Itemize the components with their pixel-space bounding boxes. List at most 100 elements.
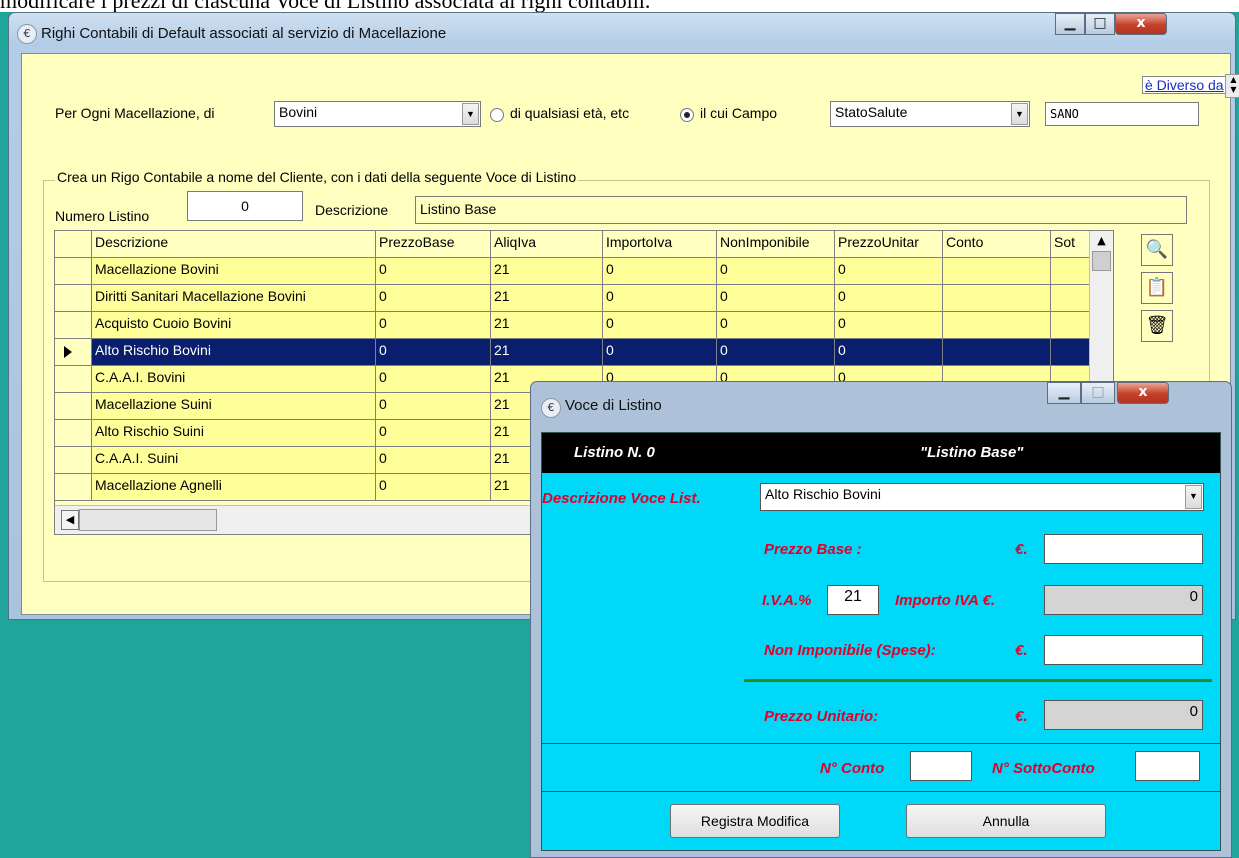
grid-cell[interactable]: 0 [603,285,717,312]
grid-cell[interactable]: Acquisto Cuoio Bovini [92,312,376,339]
chevron-down-icon[interactable]: ▼ [462,103,479,125]
grid-cell[interactable]: 0 [376,366,491,393]
scroll-thumb-h[interactable] [79,509,217,531]
clipboard-icon[interactable]: 📋 [1141,272,1173,304]
operator-spinner[interactable]: ▲ ▼ [1225,74,1239,98]
grid-column-header[interactable]: AliqIva [491,231,603,258]
grid-cell[interactable] [943,258,1051,285]
grid-cell[interactable]: 0 [376,258,491,285]
grid-cell[interactable] [943,312,1051,339]
descrizione-voce-label: Descrizione Voce List. [542,490,701,507]
radio-any-age[interactable] [490,108,504,122]
operator-link[interactable]: è Diverso da [1142,76,1227,94]
grid-cell[interactable]: 0 [376,393,491,420]
grid-cell[interactable]: C.A.A.I. Suini [92,447,376,474]
row-selector[interactable] [55,366,92,393]
grid-cell[interactable]: 0 [717,258,835,285]
row-selector[interactable] [55,339,92,366]
grid-cell[interactable]: 21 [491,339,603,366]
find-icon[interactable]: 🔍 [1141,234,1173,266]
annulla-button[interactable]: Annulla [906,804,1106,838]
grid-cell[interactable]: 0 [835,258,943,285]
dialog-maximize-button[interactable]: □ [1081,382,1115,404]
grid-cell[interactable]: 0 [603,258,717,285]
close-button[interactable]: x [1115,13,1167,35]
grid-cell[interactable]: 0 [835,285,943,312]
dialog-close-button[interactable]: x [1117,382,1169,404]
row-selector[interactable] [55,312,92,339]
row-selector[interactable] [55,420,92,447]
grid-cell[interactable] [1051,258,1093,285]
grid-column-header[interactable]: ImportoIva [603,231,717,258]
scroll-up-icon[interactable]: ▲ [1090,231,1113,251]
maximize-button[interactable]: □ [1085,13,1115,35]
row-selector[interactable] [55,285,92,312]
field-select[interactable]: StatoSalute ▼ [830,101,1030,127]
descrizione-input[interactable]: Listino Base [415,196,1187,224]
scroll-left-icon[interactable]: ◀ [61,510,79,530]
prezzo-base-input[interactable] [1044,534,1203,564]
grid-cell[interactable]: C.A.A.I. Bovini [92,366,376,393]
grid-cell[interactable]: 0 [717,285,835,312]
grid-column-header[interactable]: PrezzoUnitar [835,231,943,258]
conto-input[interactable] [910,751,972,781]
chevron-down-icon[interactable]: ▼ [1185,485,1202,509]
grid-cell[interactable]: 0 [376,339,491,366]
dialog-titlebar[interactable]: € Voce di Listino ▁ □ x [531,382,1231,418]
non-imponibile-input[interactable] [1044,635,1203,665]
grid-column-header[interactable]: Sot [1051,231,1093,258]
grid-cell[interactable]: 0 [835,339,943,366]
numero-listino-input[interactable]: 0 [187,191,303,221]
filter-label: Per Ogni Macellazione, di [55,105,215,121]
iva-input[interactable]: 21 [827,585,879,615]
grid-cell[interactable]: 21 [491,312,603,339]
grid-cell[interactable]: Macellazione Agnelli [92,474,376,501]
scroll-thumb[interactable] [1092,251,1111,271]
trash-icon[interactable]: 🗑 [1141,310,1173,342]
row-selector[interactable] [55,258,92,285]
prezzo-unitario-label: Prezzo Unitario: [764,708,879,725]
grid-cell[interactable] [1051,312,1093,339]
row-selector[interactable] [55,447,92,474]
radio-field[interactable] [680,108,694,122]
grid-column-header[interactable]: PrezzoBase [376,231,491,258]
grid-cell[interactable]: Alto Rischio Suini [92,420,376,447]
grid-cell[interactable]: 0 [603,339,717,366]
grid-cell[interactable]: 21 [491,285,603,312]
grid-cell[interactable]: 21 [491,258,603,285]
grid-cell[interactable] [943,339,1051,366]
species-select[interactable]: Bovini ▼ [274,101,481,127]
grid-cell[interactable]: 0 [376,420,491,447]
grid-column-header[interactable]: Conto [943,231,1051,258]
grid-column-header[interactable]: NonImponibile [717,231,835,258]
row-selector[interactable] [55,474,92,501]
grid-cell[interactable] [1051,339,1093,366]
separator-line [744,679,1212,682]
grid-cell[interactable]: 0 [376,312,491,339]
grid-cell[interactable]: 0 [376,474,491,501]
registra-modifica-button[interactable]: Registra Modifica [670,804,840,838]
minimize-button[interactable]: ▁ [1055,13,1085,35]
grid-cell[interactable]: 0 [717,312,835,339]
compare-value-input[interactable]: SANO [1045,102,1199,126]
prezzo-unitario-euro: €. [1015,708,1028,725]
grid-cell[interactable]: 0 [603,312,717,339]
grid-cell[interactable] [1051,285,1093,312]
grid-cell[interactable]: Diritti Sanitari Macellazione Bovini [92,285,376,312]
grid-cell[interactable]: 0 [835,312,943,339]
grid-cell[interactable]: 0 [376,285,491,312]
grid-cell[interactable]: Alto Rischio Bovini [92,339,376,366]
chevron-down-icon[interactable]: ▼ [1011,103,1028,125]
sottoconto-input[interactable] [1135,751,1200,781]
dialog-title: Voce di Listino [565,397,662,414]
grid-column-header[interactable]: Descrizione [92,231,376,258]
grid-cell[interactable]: 0 [717,339,835,366]
descrizione-voce-select[interactable]: Alto Rischio Bovini ▼ [760,483,1204,511]
grid-cell[interactable]: 0 [376,447,491,474]
grid-cell[interactable]: Macellazione Bovini [92,258,376,285]
grid-cell[interactable] [943,285,1051,312]
grid-cell[interactable]: Macellazione Suini [92,393,376,420]
row-selector[interactable] [55,393,92,420]
main-titlebar[interactable]: € Righi Contabili di Default associati a… [9,13,1235,53]
dialog-minimize-button[interactable]: ▁ [1047,382,1081,404]
